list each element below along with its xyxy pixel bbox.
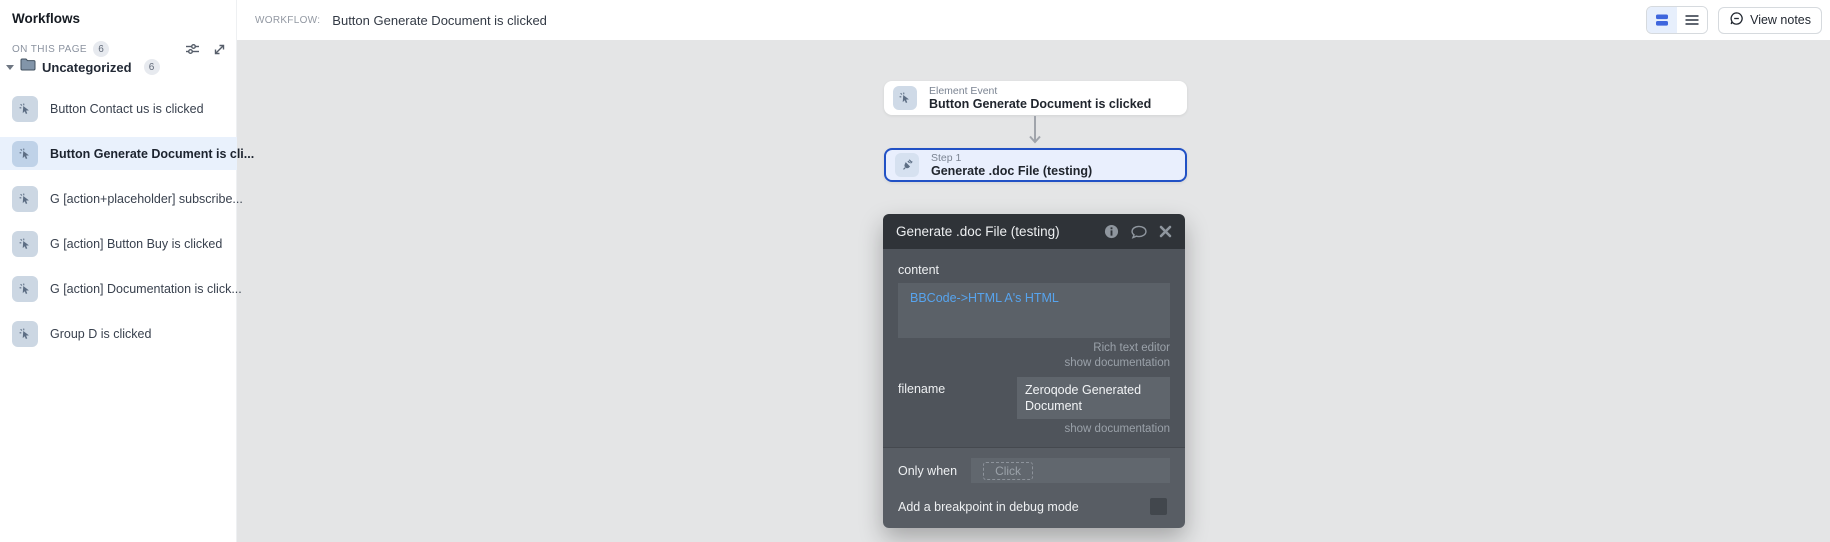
step-card-type: Step 1 bbox=[931, 152, 962, 164]
info-icon[interactable] bbox=[1104, 224, 1119, 239]
sidebar-title: Workflows bbox=[12, 11, 81, 26]
action-properties-panel: Generate .doc File (testing) content BBC… bbox=[883, 214, 1185, 528]
click-icon bbox=[12, 95, 38, 122]
view-notes-button[interactable]: View notes bbox=[1718, 6, 1822, 34]
workflow-canvas[interactable]: Element Event Button Generate Document i… bbox=[237, 40, 1830, 542]
folder-name: Uncategorized bbox=[42, 59, 132, 75]
event-card-type: Element Event bbox=[929, 85, 998, 97]
content-expression[interactable]: BBCode->HTML A's HTML bbox=[910, 291, 1059, 305]
only-when-label: Only when bbox=[898, 463, 958, 478]
panel-header[interactable]: Generate .doc File (testing) bbox=[883, 214, 1185, 249]
folder-count-badge: 6 bbox=[143, 59, 160, 75]
on-this-page-section: ON THIS PAGE 6 bbox=[12, 41, 226, 57]
workflow-item-label: Button Contact us is clicked bbox=[50, 101, 204, 116]
filename-field-input[interactable]: Zeroqode Generated Document bbox=[1017, 377, 1170, 419]
workflow-item[interactable]: Group D is clicked bbox=[0, 317, 237, 350]
list-view-icon[interactable] bbox=[1677, 7, 1708, 33]
breakpoint-label: Add a breakpoint in debug mode bbox=[898, 499, 1079, 514]
panel-title: Generate .doc File (testing) bbox=[896, 224, 1060, 239]
panel-body: content BBCode->HTML A's HTML Rich text … bbox=[883, 249, 1185, 447]
workflow-item[interactable]: G [action+placeholder] subscribe... bbox=[0, 182, 243, 215]
workflow-item[interactable]: G [action] Button Buy is clicked bbox=[0, 227, 237, 260]
comment-icon[interactable] bbox=[1131, 225, 1147, 239]
only-when-placeholder[interactable]: Click bbox=[983, 461, 1034, 480]
on-this-page-label: ON THIS PAGE bbox=[12, 43, 88, 55]
workflow-item-label: Group D is clicked bbox=[50, 326, 152, 341]
folder-icon bbox=[20, 58, 36, 76]
close-icon[interactable] bbox=[1159, 225, 1172, 238]
click-icon bbox=[12, 185, 38, 212]
cards-view-icon[interactable] bbox=[1647, 7, 1678, 33]
workflow-title: Button Generate Document is clicked bbox=[332, 12, 547, 28]
content-field-input[interactable]: BBCode->HTML A's HTML bbox=[898, 283, 1170, 338]
workflow-item[interactable]: G [action] Documentation is click... bbox=[0, 272, 242, 305]
rich-text-editor-link[interactable]: Rich text editor bbox=[1093, 342, 1170, 354]
workflow-topbar: WORKFLOW: Button Generate Document is cl… bbox=[237, 0, 1830, 40]
content-field-label: content bbox=[898, 263, 940, 277]
workflow-editor: Workflows ON THIS PAGE 6 Uncategorized 6… bbox=[0, 0, 1830, 542]
view-mode-segmented-control bbox=[1646, 6, 1709, 34]
on-this-page-count-badge: 6 bbox=[93, 41, 110, 57]
only-when-input[interactable]: Click bbox=[971, 458, 1170, 483]
workflow-label: WORKFLOW: bbox=[255, 14, 321, 26]
sliders-icon[interactable] bbox=[185, 42, 200, 56]
workflow-item-label: Button Generate Document is cli... bbox=[50, 146, 255, 161]
step-card-selected[interactable]: Step 1 Generate .doc File (testing) bbox=[884, 148, 1187, 182]
caret-down-icon bbox=[6, 64, 14, 70]
plug-icon bbox=[895, 153, 919, 177]
filename-field-label: filename bbox=[898, 382, 946, 396]
workflow-item-label: G [action] Button Buy is clicked bbox=[50, 236, 223, 251]
breakpoint-checkbox[interactable] bbox=[1150, 498, 1167, 515]
folder-uncategorized[interactable]: Uncategorized 6 bbox=[6, 58, 160, 76]
click-icon bbox=[12, 275, 38, 302]
view-notes-label: View notes bbox=[1750, 13, 1811, 27]
workflows-sidebar: Workflows ON THIS PAGE 6 Uncategorized 6… bbox=[0, 0, 254, 542]
panel-footer: Only when Click Add a breakpoint in debu… bbox=[883, 447, 1185, 528]
workflow-item-label: G [action] Documentation is click... bbox=[50, 281, 242, 296]
click-icon bbox=[12, 320, 38, 347]
click-icon bbox=[12, 230, 38, 257]
event-card-title: Button Generate Document is clicked bbox=[929, 97, 1152, 111]
workflow-item[interactable]: Button Contact us is clicked bbox=[0, 92, 237, 125]
show-documentation-link[interactable]: show documentation bbox=[1065, 357, 1170, 369]
note-icon bbox=[1729, 11, 1744, 29]
workflow-item-label: G [action+placeholder] subscribe... bbox=[50, 191, 243, 206]
step-card-title: Generate .doc File (testing) bbox=[931, 164, 1093, 178]
click-icon bbox=[12, 140, 38, 167]
workflow-list: Button Contact us is clicked Button Gene… bbox=[0, 92, 254, 362]
flow-arrow-down-icon bbox=[1027, 114, 1043, 151]
event-card[interactable]: Element Event Button Generate Document i… bbox=[884, 81, 1187, 115]
show-documentation-link[interactable]: show documentation bbox=[1065, 423, 1170, 435]
click-icon bbox=[893, 86, 917, 110]
expand-icon[interactable] bbox=[213, 43, 226, 56]
workflow-item-selected[interactable]: Button Generate Document is cli... bbox=[0, 137, 254, 170]
